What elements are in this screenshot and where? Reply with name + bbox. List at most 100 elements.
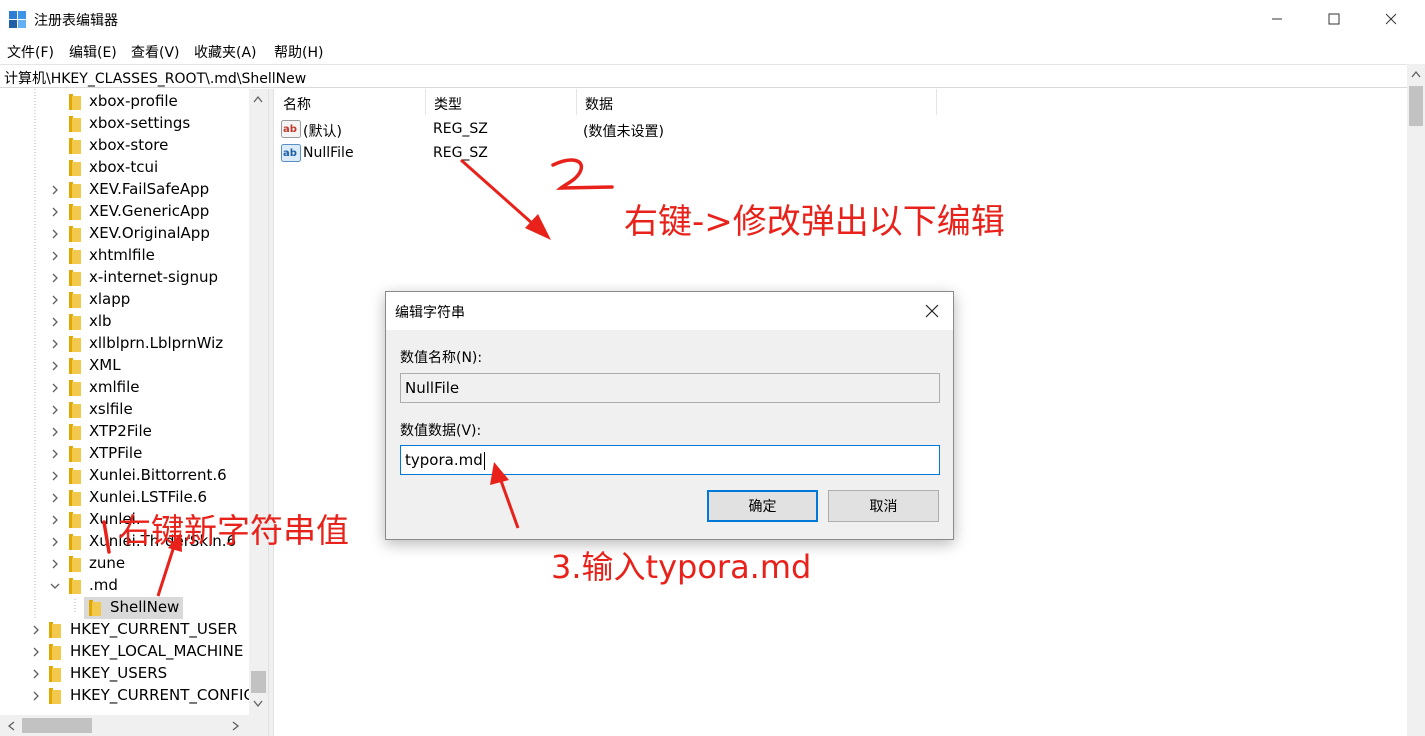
tree-horizontal-scroll-thumb[interactable]: [22, 718, 92, 733]
chevron-right-icon[interactable]: [50, 449, 60, 459]
tree-item[interactable]: zune: [0, 553, 249, 575]
chevron-right-icon[interactable]: [31, 669, 41, 679]
chevron-right-icon[interactable]: [50, 515, 60, 525]
chevron-right-icon[interactable]: [50, 427, 60, 437]
chevron-right-icon[interactable]: [50, 251, 60, 261]
tree-item-label: ShellNew: [110, 598, 180, 616]
close-button[interactable]: [1362, 0, 1420, 38]
tree-item[interactable]: HKEY_CURRENT_CONFIG: [0, 685, 255, 707]
tree-item[interactable]: XEV.FailSafeApp: [0, 179, 249, 201]
menu-favorites[interactable]: 收藏夹(A): [194, 42, 257, 62]
chevron-right-icon[interactable]: [50, 471, 60, 481]
chevron-right-icon[interactable]: [50, 273, 60, 283]
menu-help[interactable]: 帮助(H): [274, 42, 323, 62]
chevron-right-icon[interactable]: [50, 317, 60, 327]
pane-splitter[interactable]: [268, 89, 274, 736]
window-vertical-scrollbar[interactable]: [1407, 64, 1425, 736]
tree-item[interactable]: xbox-store: [0, 135, 249, 157]
tree-item[interactable]: xbox-settings: [0, 113, 249, 135]
tree-item[interactable]: XTPFile: [0, 443, 249, 465]
scroll-left-arrow-icon[interactable]: [7, 721, 15, 731]
title-bar: 注册表编辑器: [0, 0, 1425, 38]
chevron-right-icon[interactable]: [50, 559, 60, 569]
chevron-right-icon[interactable]: [50, 361, 60, 371]
chevron-right-icon[interactable]: [50, 207, 60, 217]
chevron-right-icon[interactable]: [50, 339, 60, 349]
registry-tree[interactable]: xbox-profile xbox-settings xbox-store xbox-…: [0, 89, 268, 736]
tree-item[interactable]: xmlfile: [0, 377, 249, 399]
folder-icon: [49, 622, 61, 638]
chevron-right-icon[interactable]: [31, 625, 41, 635]
tree-item[interactable]: HKEY_USERS: [0, 663, 249, 685]
tree-item-label: XEV.OriginalApp: [89, 224, 210, 242]
tree-item[interactable]: xhtmlfile: [0, 245, 249, 267]
tree-item-label: HKEY_CURRENT_CONFIG: [70, 686, 256, 704]
chevron-right-icon[interactable]: [50, 295, 60, 305]
tree-item[interactable]: xlb: [0, 311, 249, 333]
column-header-name[interactable]: 名称: [275, 89, 426, 115]
maximize-button[interactable]: [1305, 0, 1363, 38]
tree-item[interactable]: XEV.GenericApp: [0, 201, 249, 223]
folder-icon: [69, 556, 81, 572]
chevron-right-icon[interactable]: [31, 691, 41, 701]
scroll-up-arrow-icon[interactable]: [1411, 70, 1421, 78]
tree-item[interactable]: ShellNew: [0, 597, 249, 619]
chevron-right-icon[interactable]: [50, 405, 60, 415]
tree-item[interactable]: x-internet-signup: [0, 267, 249, 289]
menu-edit[interactable]: 编辑(E): [69, 42, 117, 62]
tree-horizontal-scrollbar[interactable]: [0, 715, 268, 736]
tree-item[interactable]: HKEY_LOCAL_MACHINE: [0, 641, 249, 663]
tree-item[interactable]: xbox-profile: [0, 91, 249, 113]
tree-vertical-scrollbar[interactable]: [249, 89, 268, 715]
folder-icon: [69, 116, 81, 132]
tree-item[interactable]: xlapp: [0, 289, 249, 311]
chevron-right-icon[interactable]: [31, 647, 41, 657]
chevron-right-icon[interactable]: [50, 383, 60, 393]
scroll-up-arrow-icon[interactable]: [253, 95, 263, 103]
chevron-down-icon[interactable]: [50, 581, 60, 591]
chevron-right-icon[interactable]: [50, 493, 60, 503]
scroll-down-arrow-icon[interactable]: [253, 700, 263, 708]
tree-item[interactable]: XEV.OriginalApp: [0, 223, 249, 245]
list-row[interactable]: ab NullFile REG_SZ: [275, 142, 935, 166]
tree-item[interactable]: .md: [0, 575, 249, 597]
tree-item[interactable]: xslfile: [0, 399, 249, 421]
window-vertical-scroll-thumb[interactable]: [1409, 86, 1423, 126]
tree-item[interactable]: XML: [0, 355, 249, 377]
tree-item[interactable]: XTP2File: [0, 421, 249, 443]
menu-view[interactable]: 查看(V): [131, 42, 180, 62]
minimize-icon: [1272, 18, 1282, 20]
chevron-right-icon[interactable]: [50, 537, 60, 547]
chevron-right-icon[interactable]: [50, 229, 60, 239]
tree-vertical-scroll-thumb[interactable]: [251, 671, 266, 693]
tree-item-label: xhtmlfile: [89, 246, 155, 264]
folder-icon: [49, 644, 61, 660]
tree-item[interactable]: xbox-tcui: [0, 157, 249, 179]
value-name: NullFile: [303, 145, 354, 161]
menu-file[interactable]: 文件(F): [7, 42, 54, 62]
scroll-right-arrow-icon[interactable]: [232, 721, 240, 731]
chevron-right-icon[interactable]: [50, 185, 60, 195]
address-bar[interactable]: 计算机\HKEY_CLASSES_ROOT\.md\ShellNew: [0, 64, 1425, 88]
tree-item[interactable]: HKEY_CURRENT_USER: [0, 619, 249, 641]
list-row[interactable]: ab (默认) REG_SZ (数值未设置): [275, 118, 935, 142]
column-header-type[interactable]: 类型: [426, 89, 577, 115]
tree-item-label: XTP2File: [89, 422, 152, 440]
folder-icon: [69, 578, 81, 594]
cancel-button[interactable]: 取消: [828, 490, 939, 522]
value-data-label: 数值数据(V):: [400, 423, 482, 439]
ok-button[interactable]: 确定: [707, 490, 818, 522]
minimize-button[interactable]: [1248, 0, 1306, 38]
tree-item-label: .md: [89, 576, 118, 594]
folder-icon: [69, 160, 81, 176]
tree-item[interactable]: xllblprn.LblprnWiz: [0, 333, 249, 355]
value-data-input[interactable]: typora.md: [400, 445, 940, 475]
tree-item-label: xlb: [89, 312, 112, 330]
dialog-close-button[interactable]: [916, 296, 948, 326]
tree-item-label: xmlfile: [89, 378, 140, 396]
value-name-label: 数值名称(N):: [400, 350, 483, 366]
folder-icon: [69, 534, 81, 550]
tree-item[interactable]: Xunlei.Bittorrent.6: [0, 465, 249, 487]
column-header-data[interactable]: 数据: [577, 89, 937, 115]
folder-icon: [69, 270, 81, 286]
